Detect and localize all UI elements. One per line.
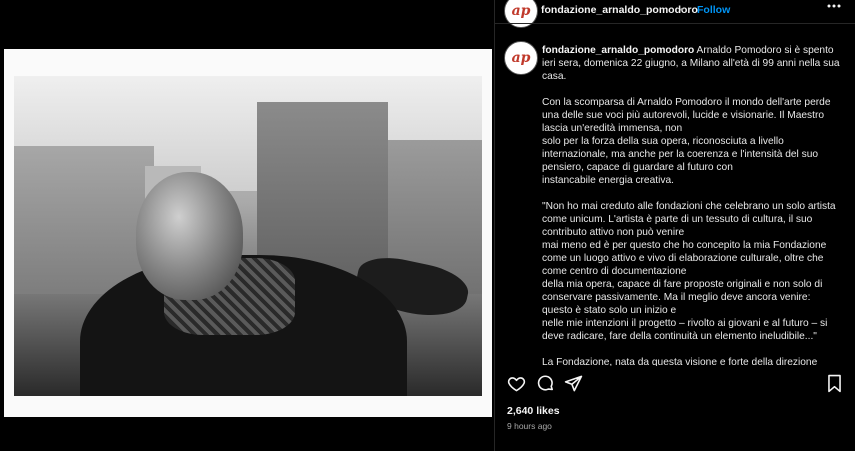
follow-button[interactable]: Follow: [697, 4, 730, 16]
caption-paragraph: fondazione_arnaldo_pomodoro Arnaldo Pomo…: [542, 44, 842, 83]
caption-paragraph: "Non ho mai creduto alle fondazioni che …: [542, 201, 836, 342]
caption-avatar[interactable]: ap: [504, 41, 538, 75]
logo-icon: ap: [511, 3, 531, 19]
comment-icon[interactable]: [536, 374, 556, 394]
caption-paragraph: Con la scomparsa di Arnaldo Pomodoro il …: [542, 97, 831, 186]
bookmark-icon[interactable]: [826, 374, 846, 394]
more-options-icon[interactable]: [826, 0, 842, 18]
header-divider: [495, 23, 855, 24]
photo-person-head: [135, 172, 244, 300]
caption-paragraph: La Fondazione, nata da questa visione e …: [542, 357, 818, 366]
separator-dot: •: [680, 4, 684, 16]
post-panel: ap fondazione_arnaldo_pomodoro • Follow …: [494, 0, 855, 451]
header-username[interactable]: fondazione_arnaldo_pomodoro: [541, 4, 698, 16]
logo-icon: ap: [511, 50, 531, 66]
action-bar: [495, 374, 855, 396]
post-timestamp[interactable]: 9 hours ago: [507, 421, 552, 431]
photo-frame: [4, 49, 492, 417]
media-pane: [0, 0, 494, 451]
caption: fondazione_arnaldo_pomodoro Arnaldo Pomo…: [542, 44, 842, 366]
post-header: ap fondazione_arnaldo_pomodoro • Follow: [495, 0, 855, 28]
heart-icon[interactable]: [507, 374, 527, 394]
caption-username[interactable]: fondazione_arnaldo_pomodoro: [542, 45, 694, 56]
post-photo[interactable]: [14, 76, 482, 396]
caption-area: ap fondazione_arnaldo_pomodoro Arnaldo P…: [495, 36, 855, 366]
share-icon[interactable]: [564, 374, 584, 394]
likes-count[interactable]: 2,640 likes: [507, 405, 560, 417]
